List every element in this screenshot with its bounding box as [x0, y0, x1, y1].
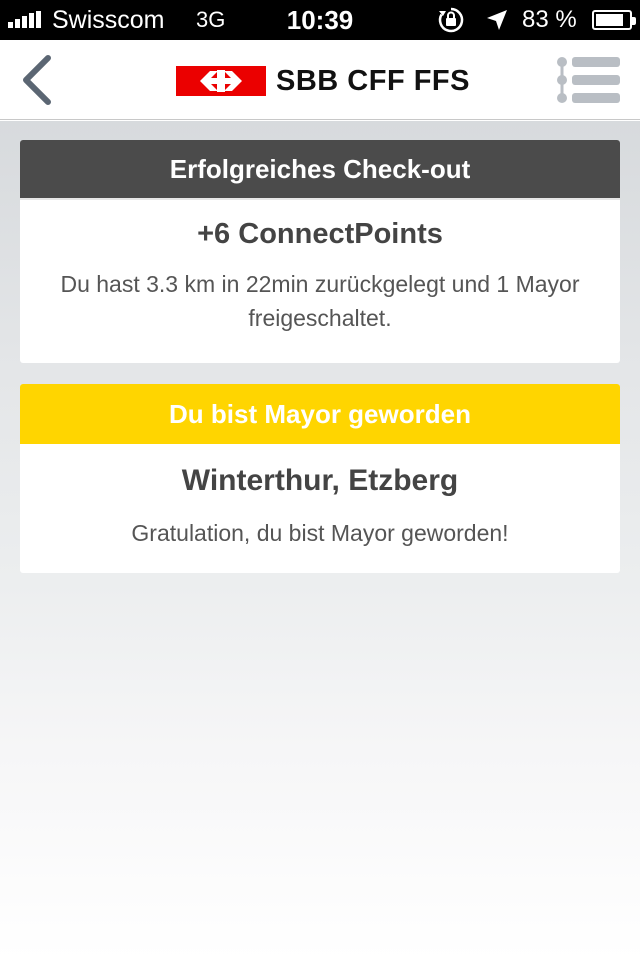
rotation-lock-icon — [438, 7, 464, 33]
battery-fill — [596, 14, 623, 26]
menu-list-icon[interactable] — [554, 52, 624, 108]
mayor-card: Du bist Mayor geworden Winterthur, Etzbe… — [20, 384, 620, 573]
sbb-logo-icon — [176, 66, 266, 96]
checkout-card-header: Erfolgreiches Check-out — [20, 140, 620, 200]
mayor-message: Gratulation, du bist Mayor geworden! — [131, 520, 509, 546]
sbb-logo: SBB CFF FFS — [176, 64, 470, 98]
mayor-location-title: Winterthur, Etzberg — [181, 464, 459, 497]
battery-percent: 83 % — [522, 6, 577, 33]
location-arrow-icon — [487, 10, 507, 30]
checkout-card: Erfolgreiches Check-out +6 ConnectPoints… — [20, 140, 620, 363]
back-chevron-icon[interactable] — [10, 50, 70, 110]
checkout-message: Du hast 3.3 km in 22min zurückgelegt und… — [60, 271, 580, 331]
battery-icon — [592, 10, 636, 30]
status-bar: Swisscom 3G 10:39 83 % — [0, 0, 640, 40]
nav-bar: SBB CFF FFS — [0, 40, 640, 120]
mayor-card-header: Du bist Mayor geworden — [20, 384, 620, 444]
connectpoints-title: +6 ConnectPoints — [197, 218, 443, 250]
brand-name: SBB CFF FFS — [276, 64, 470, 97]
